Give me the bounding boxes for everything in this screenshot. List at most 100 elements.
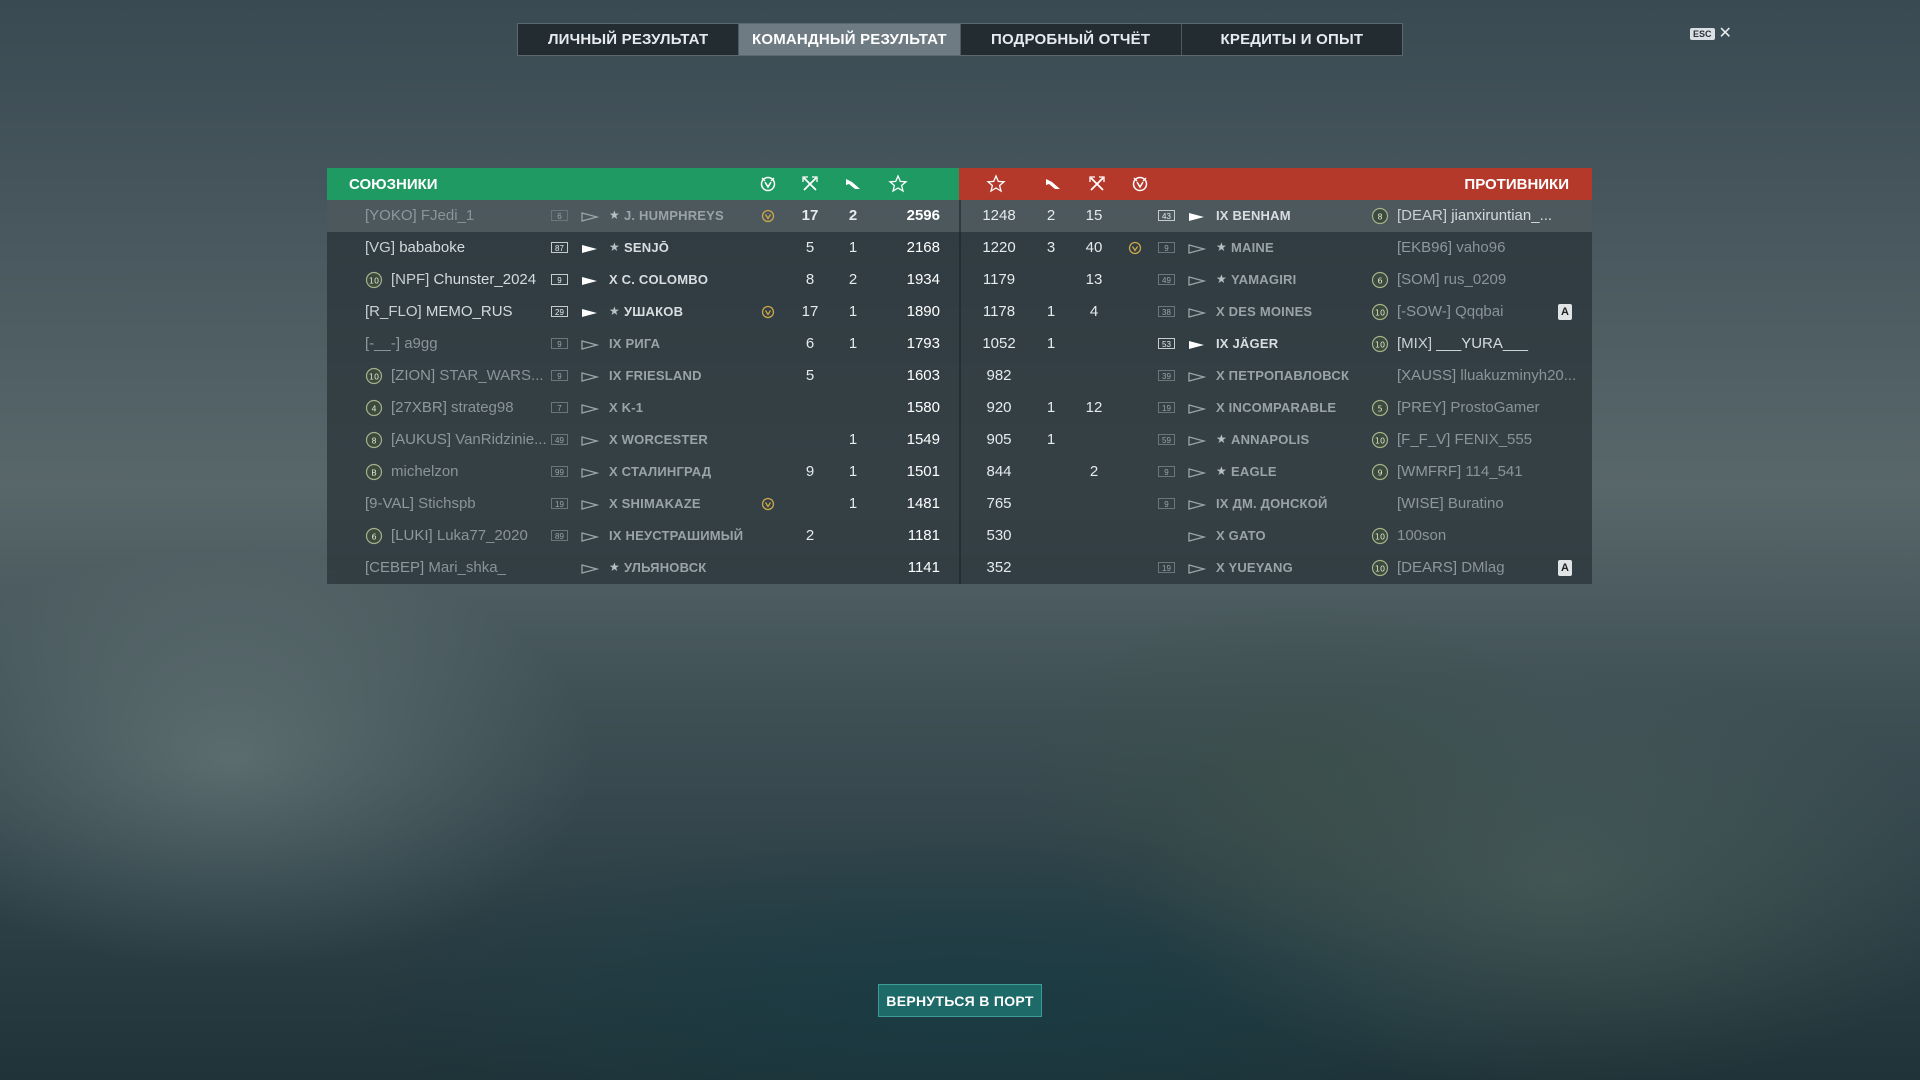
enemy-player[interactable]: [EKB96] vaho96 [1397, 232, 1505, 264]
rank-badge-icon: 4 [365, 399, 383, 417]
planes-column-icon [846, 179, 860, 189]
enemy-player[interactable]: [F_F_V] FENIX_555 [1397, 424, 1532, 456]
ally-player[interactable]: [AUKUS] VanRidzinie... [391, 424, 547, 456]
ally-player[interactable]: [NPF] Chunster_2024 [391, 264, 536, 296]
enemy-player[interactable]: [SOM] rus_0209 [1397, 264, 1506, 296]
clan-tag: [R_FLO] [365, 303, 422, 320]
player-name: MEMO_RUS [425, 303, 513, 320]
rank-badge-icon: 10 [1371, 335, 1389, 353]
enemy-player[interactable]: [WISE] Buratino [1397, 488, 1504, 520]
enemy-player[interactable]: [DEAR] jianxiruntian_... [1397, 200, 1552, 232]
clan-tag: [XAUSS] [1397, 367, 1457, 384]
table-row[interactable]: 6 [LUKI] Luka77_2020 89 IX НЕУСТРАШИМЫЙ 2 118… [327, 520, 1592, 552]
player-name: VanRidzinie... [455, 431, 547, 448]
ship-name: IX BENHAM [1216, 208, 1291, 223]
xp-value: 530 [986, 527, 1012, 544]
svg-text:6: 6 [1377, 277, 1382, 286]
tab-credits-xp[interactable]: КРЕДИТЫ И ОПЫТ [1182, 24, 1402, 55]
enemies-title: ПРОТИВНИКИ [1464, 176, 1569, 193]
planes-value: 1 [1046, 335, 1056, 352]
ship-name: IX JÄGER [1216, 336, 1279, 351]
ally-player[interactable]: [VG] bababoke [365, 232, 465, 264]
account-level: 19 [1158, 562, 1175, 573]
clan-tag: [DEARS] [1397, 559, 1458, 576]
planes-value: 1 [1046, 399, 1056, 416]
team-divider [959, 424, 961, 456]
ally-player[interactable]: [LUKI] Luka77_2020 [391, 520, 528, 552]
clan-tag: [CEBEP] [365, 559, 425, 576]
ally-player[interactable]: [27XBR] strateg98 [391, 392, 514, 424]
enemy-player[interactable]: [MIX] ___YURA___ [1397, 328, 1528, 360]
enemy-player[interactable]: [-SOW-] Qqqbai [1397, 296, 1503, 328]
table-row[interactable]: 4 [27XBR] strateg98 7 X K-1 1580 920 1 12 19 X IN… [327, 392, 1592, 424]
table-row[interactable]: [9-VAL] Stichspb 19 X SHIMAKAZE 1 1481 765 9 IX… [327, 488, 1592, 520]
frags-value: 17 [801, 207, 819, 224]
ally-player[interactable]: [CEBEP] Mari_shka_ [365, 552, 506, 584]
player-name: bababoke [399, 239, 466, 256]
account-level: 9 [1158, 498, 1175, 509]
ship-name: IX НЕУСТРАШИМЫЙ [609, 528, 744, 543]
ship-class-icon [581, 466, 600, 478]
premium-star-icon: ★ [1216, 432, 1227, 446]
enemy-player[interactable]: 100son [1397, 520, 1446, 552]
player-name: lluakuzminyh20... [1460, 367, 1577, 384]
account-level: 38 [1158, 306, 1175, 317]
table-row[interactable]: 8 [AUKUS] VanRidzinie... 49 X WORCESTER 1 154… [327, 424, 1592, 456]
xp-value: 982 [986, 367, 1012, 384]
team-divider [959, 488, 961, 520]
rank-badge-icon: 8 [1371, 207, 1389, 225]
table-row[interactable]: [CEBEP] Mari_shka_ ★ УЛЬЯНОВСК 1141 352 19 X Y… [327, 552, 1592, 584]
team-divider [959, 552, 961, 584]
enemy-player[interactable]: [PREY] ProstoGamer [1397, 392, 1540, 424]
table-row[interactable]: [R_FLO] MEMO_RUS 29 ★ УШАКОВ 17 1 1890 1178 1 4 38… [327, 296, 1592, 328]
ship-class-icon [581, 498, 600, 510]
allies-title: СОЮЗНИКИ [349, 176, 438, 193]
table-row[interactable]: [VG] bababoke 87 ★ SENJŌ 5 1 2168 1220 3 40 9 ★ MAIN… [327, 232, 1592, 264]
tab-detailed-report[interactable]: ПОДРОБНЫЙ ОТЧЁТ [961, 24, 1182, 55]
ship-class-icon [581, 274, 599, 286]
premium-star-icon: ★ [609, 560, 620, 574]
planes-value [1036, 520, 1066, 552]
ally-player[interactable]: [9-VAL] Stichspb [365, 488, 476, 520]
return-to-port-button[interactable]: ВЕРНУТЬСЯ В ПОРТ [878, 984, 1042, 1017]
ship-class-icon [1188, 466, 1207, 478]
table-row[interactable]: 10 [NPF] Chunster_2024 9 X C. COLOMBO 8 2 1934… [327, 264, 1592, 296]
table-row[interactable]: Bmichelzon 99 X СТАЛИНГРАД 9 1 1501 844 2 9 ★ EAGL… [327, 456, 1592, 488]
xp-value: 1248 [982, 207, 1016, 224]
xp-value: 844 [986, 463, 1012, 480]
planes-value: 2 [848, 271, 858, 288]
xp-value: 1220 [982, 239, 1016, 256]
player-name: Buratino [1447, 495, 1504, 512]
planes-value [1036, 552, 1066, 584]
rank-badge-icon: 6 [1371, 271, 1389, 289]
rank-badge-icon: 10 [1371, 559, 1389, 577]
ship-name: X GATO [1216, 528, 1266, 543]
player-name: strateg98 [451, 399, 514, 416]
ship-name: X СТАЛИНГРАД [609, 464, 712, 479]
team-divider [959, 392, 961, 424]
account-level: 9 [551, 338, 568, 349]
ship-name: X INCOMPARABLE [1216, 400, 1337, 415]
xp-value: 905 [986, 431, 1012, 448]
xp-value: 352 [986, 559, 1012, 576]
planes-value: 1 [848, 335, 858, 352]
enemy-player[interactable]: [DEARS] DMlag [1397, 552, 1505, 584]
tab-team-result[interactable]: КОМАНДНЫЙ РЕЗУЛЬТАТ [739, 24, 961, 55]
table-row[interactable]: [YOKO] FJedi_1 6 ★ J. HUMPHREYS 17 2 2596 1248 2… [327, 200, 1592, 232]
ally-player[interactable]: [ZION] STAR_WARS... [391, 360, 544, 392]
ally-player[interactable]: [-__-] a9gg [365, 328, 438, 360]
ally-player[interactable]: [R_FLO] MEMO_RUS [365, 296, 513, 328]
esc-close-button[interactable]: ESC ✕ [1690, 26, 1732, 42]
tab-personal-result[interactable]: ЛИЧНЫЙ РЕЗУЛЬТАТ [518, 24, 740, 55]
enemy-player[interactable]: [XAUSS] lluakuzminyh20... [1397, 360, 1576, 392]
player-name: DMlag [1461, 559, 1505, 576]
table-row[interactable]: 10 [ZION] STAR_WARS... 9 IX FRIESLAND 5 1603 9… [327, 360, 1592, 392]
table-row[interactable]: [-__-] a9gg 9 IX РИГА 6 1 1793 1052 1 53 IX JÄGER… [327, 328, 1592, 360]
ally-player[interactable]: michelzon [391, 456, 459, 488]
enemies-header: ПРОТИВНИКИ [959, 168, 1592, 200]
clan-tag: [VG] [365, 239, 396, 256]
ally-player[interactable]: [YOKO] FJedi_1 [365, 200, 474, 232]
xp-value: 1178 [982, 303, 1016, 320]
planes-value [838, 360, 868, 392]
enemy-player[interactable]: [WMFRF] 114_541 [1397, 456, 1523, 488]
